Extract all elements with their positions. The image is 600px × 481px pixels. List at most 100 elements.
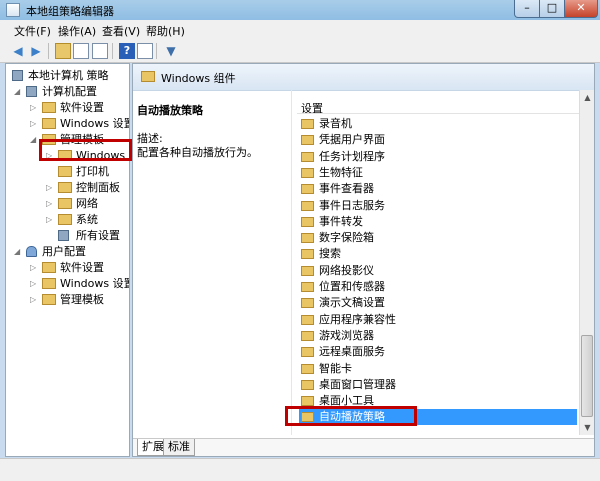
tree-network[interactable]: ▷ 网络 [46,196,128,211]
close-button[interactable]: ✕ [564,0,598,18]
tree-user-windows-settings[interactable]: ▷ Windows 设置 [30,276,129,291]
collapse-arrow-icon[interactable]: ◢ [14,244,24,259]
settings-list-item[interactable]: 桌面窗口管理器 [299,377,577,393]
settings-list-item[interactable]: 网络投影仪 [299,263,577,279]
settings-list-item[interactable]: 演示文稿设置 [299,295,577,311]
folder-icon [301,216,314,227]
tree-computer-config[interactable]: ◢ 计算机配置 [14,84,128,99]
settings-item-label: 桌面窗口管理器 [319,377,396,391]
tree-user-config[interactable]: ◢ 用户配置 [14,244,128,259]
settings-list-item[interactable]: 事件查看器 [299,181,577,197]
toolbar-separator [112,43,113,59]
navigation-tree[interactable]: 本地计算机 策略 ◢ 计算机配置 ▷ 软件设置 ▷ Windows 设置 ◢ 管… [5,63,130,457]
maximize-button[interactable]: □ [539,0,565,18]
settings-list-item[interactable]: 搜索 [299,246,577,262]
expand-arrow-icon[interactable]: ▷ [46,148,56,163]
menu-action[interactable]: 操作(A) [58,23,96,39]
details-pane: Windows 组件 自动播放策略 描述: 配置各种自动播放行为。 设置 录音机… [132,63,595,457]
settings-item-label: 搜索 [319,247,341,261]
collapse-arrow-icon[interactable]: ◢ [30,132,40,147]
details-header-title: Windows 组件 [161,72,236,85]
tab-standard[interactable]: 标准 [163,439,195,456]
tree-user-software[interactable]: ▷ 软件设置 [30,260,128,275]
title-bar[interactable]: 本地组策略编辑器 – □ ✕ [0,0,600,20]
properties-icon[interactable] [137,43,153,59]
scrollbar-thumb[interactable] [581,335,593,417]
settings-list-item[interactable]: 游戏浏览器 [299,328,577,344]
expand-arrow-icon[interactable]: ▷ [30,260,40,275]
menu-view[interactable]: 查看(V) [102,23,140,39]
folder-icon [301,412,314,423]
settings-list-item[interactable]: 自动播放策略 [299,409,577,426]
tree-computer-software[interactable]: ▷ 软件设置 [30,100,128,115]
minimize-button[interactable]: – [514,0,540,18]
forward-arrow-icon[interactable]: ▶ [28,43,44,59]
folder-icon [301,265,314,276]
expand-arrow-icon[interactable]: ▷ [46,180,56,195]
toolbar-separator [48,43,49,59]
refresh-icon[interactable] [92,43,108,59]
menu-help[interactable]: 帮助(H) [146,23,185,39]
tree-user-admin-templates[interactable]: ▷ 管理模板 [30,292,128,307]
folder-icon [42,262,56,273]
settings-list-item[interactable]: 应用程序兼容性 [299,312,577,328]
settings-list-item[interactable]: 桌面小工具 [299,393,577,409]
folder-icon [301,298,314,309]
scroll-up-icon[interactable]: ▲ [580,90,594,105]
toolbar: ◀ ▶ ? ▼ [0,40,600,63]
settings-list-item[interactable]: 数字保险箱 [299,230,577,246]
settings-list-item[interactable]: 录音机 [299,116,577,132]
expand-arrow-icon[interactable]: ▷ [46,196,56,211]
settings-item-label: 生物特征 [319,165,363,179]
settings-list-item[interactable]: 位置和传感器 [299,279,577,295]
expand-arrow-icon[interactable]: ▷ [30,100,40,115]
settings-item-label: 事件日志服务 [319,198,385,212]
folder-icon [301,184,314,195]
expand-arrow-icon[interactable]: ▷ [30,116,40,131]
group-policy-editor-window: 本地组策略编辑器 – □ ✕ 文件(F) 操作(A) 查看(V) 帮助(H) ◀… [0,0,600,481]
expand-arrow-icon[interactable]: ▷ [46,212,56,227]
tree-root[interactable]: 本地计算机 策略 [10,68,128,83]
folder-icon [58,166,72,177]
settings-list-item[interactable]: 事件转发 [299,214,577,230]
expand-arrow-icon[interactable]: ▷ [30,292,40,307]
folder-icon [301,249,314,260]
settings-list-item[interactable]: 事件日志服务 [299,198,577,214]
window-title: 本地组策略编辑器 [26,5,114,18]
folder-icon [58,198,72,209]
settings-item-label: 桌面小工具 [319,394,374,408]
back-arrow-icon[interactable]: ◀ [10,43,26,59]
tree-all-settings[interactable]: 所有设置 [46,228,128,243]
folder-icon [301,151,314,162]
folder-icon [58,150,72,161]
tree-windows-components[interactable]: ▷ Windows 组 [46,148,129,163]
settings-list-item[interactable]: 任务计划程序 [299,149,577,165]
settings-item-label: 智能卡 [319,361,352,375]
folder-icon [301,347,314,358]
settings-list-item[interactable]: 智能卡 [299,361,577,377]
settings-item-label: 自动播放策略 [319,410,385,424]
vertical-scrollbar[interactable]: ▲ ▼ [579,90,594,435]
menu-file[interactable]: 文件(F) [14,23,51,39]
filter-icon[interactable]: ▼ [163,43,179,59]
settings-list-item[interactable]: 远程桌面服务 [299,344,577,360]
tree-computer-windows-settings[interactable]: ▷ Windows 设置 [30,116,129,131]
scroll-down-icon[interactable]: ▼ [580,420,594,435]
computer-icon [26,86,37,97]
settings-item-label: 数字保险箱 [319,231,374,245]
collapse-arrow-icon[interactable]: ◢ [14,84,24,99]
tree-control-panel[interactable]: ▷ 控制面板 [46,180,128,195]
settings-list-item[interactable]: 生物特征 [299,165,577,181]
help-icon[interactable]: ? [119,43,135,59]
policy-icon [12,70,23,81]
show-tree-icon[interactable] [73,43,89,59]
folder-icon [301,200,314,211]
up-folder-icon[interactable] [55,43,71,59]
tree-printers[interactable]: 打印机 [46,164,128,179]
tree-system[interactable]: ▷ 系统 [46,212,128,227]
details-header: Windows 组件 [133,64,594,91]
settings-item-label: 远程桌面服务 [319,345,385,359]
expand-arrow-icon[interactable]: ▷ [30,276,40,291]
tree-computer-admin-templates[interactable]: ◢ 管理模板 [30,132,128,147]
settings-list-item[interactable]: 凭据用户界面 [299,132,577,148]
